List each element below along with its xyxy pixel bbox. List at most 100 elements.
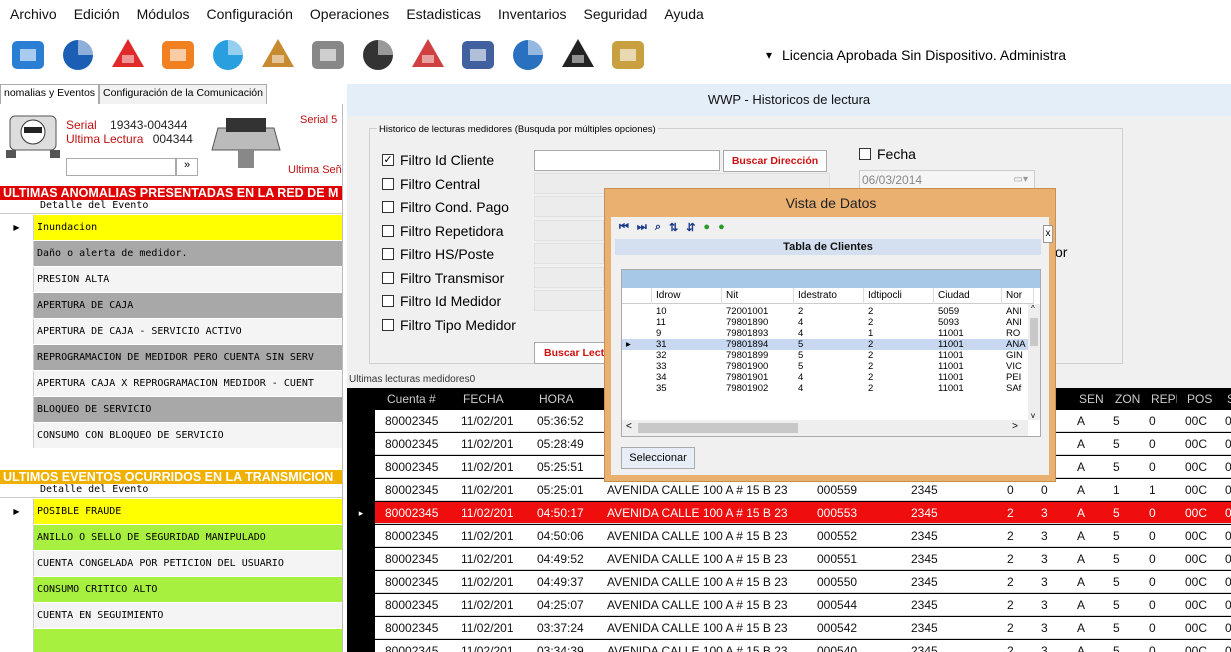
cliente-row[interactable]: 10 72001001 2 2 5059 ANI: [622, 306, 1034, 317]
anomalia-row-selector[interactable]: [0, 318, 34, 344]
toolbar-combo[interactable]: ▾: [658, 43, 776, 67]
report-edit-icon[interactable]: [154, 31, 202, 79]
anomalia-row[interactable]: PRESION ALTA: [0, 266, 342, 292]
evento-row-selector[interactable]: [0, 602, 34, 628]
anomalia-row[interactable]: Daño o alerta de medidor.: [0, 240, 342, 266]
filter-checkbox[interactable]: [382, 224, 394, 237]
pie-chart-icon[interactable]: [104, 31, 152, 79]
tab-anomalias[interactable]: nomalias y Eventos: [0, 84, 100, 104]
scroll-up-icon[interactable]: ^: [1031, 304, 1035, 313]
evento-row-selector[interactable]: [0, 628, 34, 652]
sync-arrows-icon[interactable]: [204, 31, 252, 79]
anomalia-row[interactable]: APERTURA DE CAJA - SERVICIO ACTIVO: [0, 318, 342, 344]
clientes-grid[interactable]: Idrow Nit Idestrato Idtipocli Ciudad Nor 10 72…: [621, 269, 1041, 437]
menu-item-8[interactable]: Ayuda: [664, 6, 703, 22]
scroll-thumb[interactable]: [1030, 318, 1038, 346]
filter-checkbox[interactable]: [382, 248, 394, 260]
lectura-row[interactable]: 80002345 11/02/201 04:50:17 AVENIDA CALLE 1…: [375, 502, 1231, 524]
anomalia-row[interactable]: APERTURA CAJA X REPROGRAMACION MEDIDOR -…: [0, 370, 342, 396]
anomalia-row-selector[interactable]: [0, 396, 34, 422]
folder-settings-icon[interactable]: [604, 31, 652, 79]
menu-item-5[interactable]: Estadisticas: [406, 6, 481, 22]
evento-row-selector[interactable]: ▶: [0, 498, 34, 524]
filter-checkbox[interactable]: ✓: [382, 154, 394, 166]
network-nodes-icon[interactable]: [404, 31, 452, 79]
mobile-phone-icon[interactable]: [554, 31, 602, 79]
cliente-row[interactable]: 35 79801902 4 2 11001 SAf: [622, 383, 1034, 394]
menu-item-2[interactable]: Módulos: [137, 6, 190, 22]
filter-checkbox[interactable]: [382, 318, 394, 331]
tab-configuracion[interactable]: Configuración de la Comunicación: [99, 84, 267, 104]
scroll-down-icon[interactable]: v: [1031, 411, 1035, 420]
anomalia-row[interactable]: BLOQUEO DE SERVICIO: [0, 396, 342, 422]
evento-row[interactable]: ▶ POSIBLE FRAUDE: [0, 498, 342, 524]
menu-item-7[interactable]: Seguridad: [584, 6, 648, 22]
seleccionar-button[interactable]: Seleccionar: [621, 447, 695, 469]
evento-row-selector[interactable]: [0, 576, 34, 602]
search-icon[interactable]: ⌕: [655, 221, 661, 234]
sort-ascending-icon[interactable]: ⇅: [669, 221, 678, 234]
cliente-row[interactable]: 9 79801893 4 1 11001 RO: [622, 328, 1034, 339]
lectura-row[interactable]: 80002345 11/02/201 03:34:39 AVENIDA CALLE 1…: [375, 640, 1231, 652]
lectura-row[interactable]: 80002345 11/02/201 05:25:01 AVENIDA CALLE 1…: [375, 479, 1231, 501]
anomalia-row-selector[interactable]: [0, 370, 34, 396]
filter-checkbox[interactable]: [382, 271, 394, 284]
filter-5[interactable]: Filtro Transmisor: [382, 270, 504, 286]
next-icon[interactable]: ●: [718, 221, 725, 234]
refresh-icon[interactable]: ●: [703, 221, 710, 234]
fecha-checkbox[interactable]: Fecha: [859, 146, 916, 162]
server-rack-icon[interactable]: [354, 31, 402, 79]
anomalia-row-selector[interactable]: ▶: [0, 214, 34, 240]
filter-1[interactable]: Filtro Central: [382, 176, 480, 192]
last-record-icon[interactable]: ⏭: [637, 221, 647, 234]
sort-descending-icon[interactable]: ⇵: [686, 221, 695, 234]
menu-item-0[interactable]: Archivo: [10, 6, 57, 22]
filter-6[interactable]: Filtro Id Medidor: [382, 293, 501, 309]
evento-row[interactable]: [0, 628, 342, 652]
lectura-row[interactable]: 80002345 11/02/201 03:37:24 AVENIDA CALLE 1…: [375, 617, 1231, 639]
scroll-thumb[interactable]: [638, 423, 798, 433]
cliente-row[interactable]: ▸ 31 79801894 5 2 11001 ANA: [622, 339, 1034, 350]
filter-input[interactable]: [534, 219, 604, 241]
usb-device-icon[interactable]: [4, 31, 52, 79]
filter-input[interactable]: [534, 266, 604, 288]
fecha-picker[interactable]: 06/03/2014 ▭▾: [859, 170, 1035, 190]
evento-row[interactable]: ANILLO O SELLO DE SEGURIDAD MANIPULADO: [0, 524, 342, 550]
filter-3[interactable]: Filtro Repetidora: [382, 223, 504, 239]
evento-row-selector[interactable]: [0, 550, 34, 576]
first-record-icon[interactable]: ⏮: [619, 221, 629, 234]
meter-go-button[interactable]: »: [176, 158, 198, 176]
satellite-icon[interactable]: [454, 31, 502, 79]
filter-2[interactable]: Filtro Cond. Pago: [382, 199, 509, 215]
lectura-row[interactable]: 80002345 11/02/201 04:49:52 AVENIDA CALLE 1…: [375, 548, 1231, 570]
anomalia-row-selector[interactable]: [0, 344, 34, 370]
horizontal-scrollbar[interactable]: < >: [622, 420, 1028, 436]
meter-input[interactable]: [66, 158, 176, 176]
close-icon[interactable]: x: [1043, 225, 1053, 243]
users-icon[interactable]: [54, 31, 102, 79]
cliente-input[interactable]: [534, 150, 720, 171]
fecha-checkbox-box[interactable]: [859, 148, 871, 160]
filter-checkbox[interactable]: [382, 177, 394, 190]
menu-item-3[interactable]: Configuración: [207, 6, 293, 22]
anomalia-row[interactable]: ▶ Inundacion: [0, 214, 342, 240]
printer-icon[interactable]: [504, 31, 552, 79]
evento-row-selector[interactable]: [0, 524, 34, 550]
lectura-row[interactable]: 80002345 11/02/201 04:25:07 AVENIDA CALLE 1…: [375, 594, 1231, 616]
buscar-lecturas-button[interactable]: Buscar Lecturas: [534, 342, 614, 364]
filter-7[interactable]: Filtro Tipo Medidor: [382, 317, 516, 333]
evento-row[interactable]: CONSUMO CRITICO ALTO: [0, 576, 342, 602]
filter-input[interactable]: [534, 290, 604, 311]
anomalia-row-selector[interactable]: [0, 292, 34, 318]
scroll-left-icon[interactable]: <: [626, 421, 632, 432]
scroll-right-icon[interactable]: >: [1012, 421, 1018, 432]
fingerprint-icon[interactable]: [304, 31, 352, 79]
anomalia-row-selector[interactable]: [0, 422, 34, 448]
filter-checkbox[interactable]: [382, 295, 394, 307]
cliente-row[interactable]: 33 79801900 5 2 11001 VIC: [622, 361, 1034, 372]
vertical-scrollbar[interactable]: ^ v: [1028, 304, 1040, 420]
anomalia-row-selector[interactable]: [0, 240, 34, 266]
menu-item-1[interactable]: Edición: [74, 6, 120, 22]
lectura-row[interactable]: 80002345 11/02/201 04:50:06 AVENIDA CALLE 1…: [375, 525, 1231, 547]
filter-input[interactable]: [534, 243, 604, 264]
